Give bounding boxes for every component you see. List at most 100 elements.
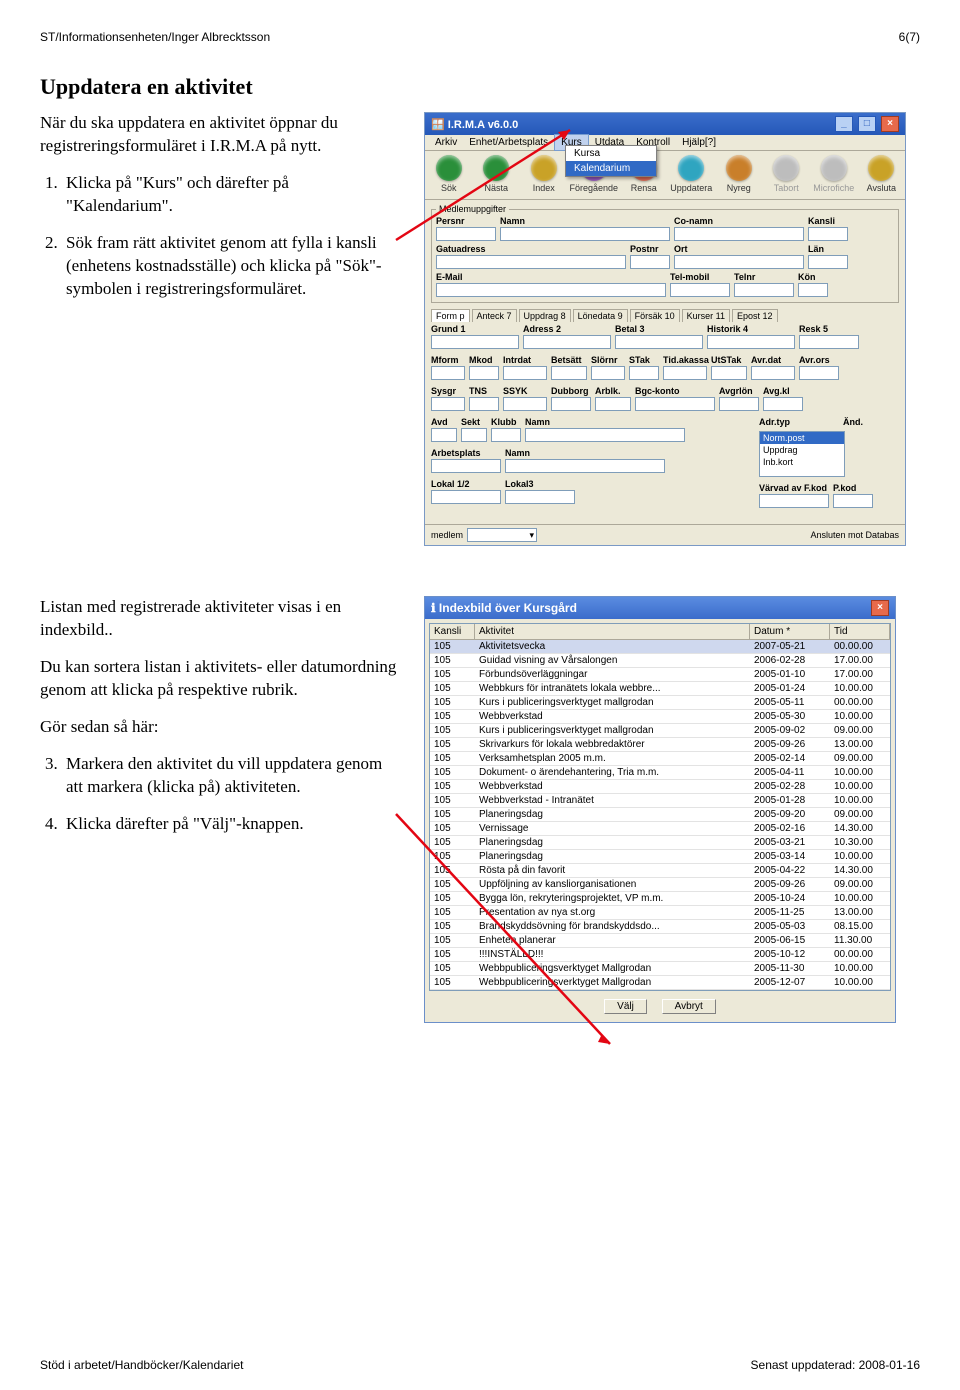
input-telnr[interactable] (734, 283, 794, 297)
input-namn[interactable] (505, 459, 665, 473)
input-arbetsplats[interactable] (431, 459, 501, 473)
input-p-kod[interactable] (833, 494, 873, 508)
table-row[interactable]: 105Dokument- o ärendehantering, Tria m.m… (430, 766, 890, 780)
toolbar-avsluta-button[interactable]: Avsluta (860, 155, 904, 193)
input-ort[interactable] (674, 255, 804, 269)
input-bets-tt[interactable] (551, 366, 587, 380)
table-row[interactable]: 105Kurs i publiceringsverktyget mallgrod… (430, 696, 890, 710)
input-mform[interactable] (431, 366, 465, 380)
table-row[interactable]: 105Uppföljning av kansliorganisationen20… (430, 878, 890, 892)
avbryt-button[interactable]: Avbryt (662, 999, 716, 1014)
table-row[interactable]: 105Vernissage2005-02-1614.30.00 (430, 822, 890, 836)
status-dropdown[interactable]: ▾ (467, 528, 537, 542)
input-arblk-[interactable] (595, 397, 631, 411)
tab-epost-12[interactable]: Epost 12 (732, 309, 778, 322)
listbox-item[interactable]: Uppdrag (760, 444, 844, 456)
input-resk-5[interactable] (799, 335, 859, 349)
table-row[interactable]: 105Förbunds­överläggningar2005-01-1017.0… (430, 668, 890, 682)
input-co-namn[interactable] (674, 227, 804, 241)
input-persnr[interactable] (436, 227, 496, 241)
table-row[interactable]: 105Brandskyddsövning för brandskyddsdo..… (430, 920, 890, 934)
input-tns[interactable] (469, 397, 499, 411)
table-row[interactable]: 105Presentation av nya st.org2005-11-251… (430, 906, 890, 920)
input-v-rvad-av-f-kod[interactable] (759, 494, 829, 508)
menu-arkiv[interactable]: Arkiv (429, 135, 463, 150)
col-aktivitet-header[interactable]: Aktivitet (475, 624, 750, 639)
tab-form-p[interactable]: Form p (431, 309, 470, 322)
minimize-button[interactable]: _ (835, 116, 853, 132)
table-row[interactable]: 105Webbpubliceringsverktyget Mallgrodan2… (430, 962, 890, 976)
input-stak[interactable] (629, 366, 659, 380)
adrtyp-listbox[interactable]: Norm.postUppdragInb.kort (759, 431, 845, 477)
input-utstak[interactable] (711, 366, 747, 380)
input-tel-mobil[interactable] (670, 283, 730, 297)
input-namn[interactable] (500, 227, 670, 241)
input-ssyk[interactable] (503, 397, 547, 411)
input-mkod[interactable] (469, 366, 499, 380)
toolbar-uppdatera-button[interactable]: Uppdatera (670, 155, 714, 193)
dropdown-item-kalendarium[interactable]: Kalendarium (566, 161, 656, 176)
input-avr-ors[interactable] (799, 366, 839, 380)
close-button[interactable]: × (871, 600, 889, 616)
tab-försäk-10[interactable]: Försäk 10 (630, 309, 680, 322)
menu-enhet-arbetsplats[interactable]: Enhet/Arbetsplats (463, 135, 554, 150)
col-kansli-header[interactable]: Kansli (430, 624, 475, 639)
toolbar-nyreg-button[interactable]: Nyreg (717, 155, 761, 193)
table-row[interactable]: 105Planeringsdag2005-03-2110.30.00 (430, 836, 890, 850)
input-sekt[interactable] (461, 428, 487, 442)
table-row[interactable]: 105Webbkurs för intranätets lokala webbr… (430, 682, 890, 696)
toolbar-sök-button[interactable]: Sök (427, 155, 471, 193)
table-row[interactable]: 105Bygga lön, rekryteringsprojektet, VP … (430, 892, 890, 906)
input-kansli[interactable] (808, 227, 848, 241)
table-row[interactable]: 105Webbverkstad2005-02-2810.00.00 (430, 780, 890, 794)
table-row[interactable]: 105Aktivitetsvecka2007-05-2100.00.00 (430, 640, 890, 654)
input-lokal3[interactable] (505, 490, 575, 504)
toolbar-nästa-button[interactable]: Nästa (475, 155, 519, 193)
maximize-button[interactable]: □ (858, 116, 876, 132)
tab-lönedata-9[interactable]: Lönedata 9 (573, 309, 628, 322)
table-row[interactable]: 105Skrivarkurs för lokala webbredaktörer… (430, 738, 890, 752)
input-adress-2[interactable] (523, 335, 611, 349)
table-row[interactable]: 105Webbverkstad2005-05-3010.00.00 (430, 710, 890, 724)
table-row[interactable]: 105Planeringsdag2005-03-1410.00.00 (430, 850, 890, 864)
input-tid-akassa[interactable] (663, 366, 707, 380)
table-row[interactable]: 105Guidad visning av Vårsalongen2006-02-… (430, 654, 890, 668)
table-row[interactable]: 105Planeringsdag2005-09-2009.00.00 (430, 808, 890, 822)
input-sl-rnr[interactable] (591, 366, 625, 380)
input-dubborg[interactable] (551, 397, 591, 411)
table-row[interactable]: 105Verksamhetsplan 2005 m.m.2005-02-1409… (430, 752, 890, 766)
toolbar-index-button[interactable]: Index (522, 155, 566, 193)
input-lokal-1-2[interactable] (431, 490, 501, 504)
input-betal-3[interactable] (615, 335, 703, 349)
table-row[interactable]: 105Kurs i publiceringsverktyget mallgrod… (430, 724, 890, 738)
table-row[interactable]: 105Enheten planerar2005-06-1511.30.00 (430, 934, 890, 948)
dropdown-item-kursa[interactable]: Kursa (566, 146, 656, 161)
input-klubb[interactable] (491, 428, 521, 442)
input-sysgr[interactable] (431, 397, 465, 411)
input-namn[interactable] (525, 428, 685, 442)
table-row[interactable]: 105Webbpubliceringsverktyget Mallgrodan2… (430, 976, 890, 990)
input-postnr[interactable] (630, 255, 670, 269)
menu-hj-lp-[interactable]: Hjälp[?] (676, 135, 722, 150)
col-datum-header[interactable]: Datum * (750, 624, 830, 639)
input-avg-kl[interactable] (763, 397, 803, 411)
input-grund-1[interactable] (431, 335, 519, 349)
tab-kurser-11[interactable]: Kurser 11 (682, 309, 730, 322)
input-l-n[interactable] (808, 255, 848, 269)
input-bgc-konto[interactable] (635, 397, 715, 411)
input-avr-dat[interactable] (751, 366, 795, 380)
valj-button[interactable]: Välj (604, 999, 647, 1014)
input-historik-4[interactable] (707, 335, 795, 349)
input-e-mail[interactable] (436, 283, 666, 297)
input-avd[interactable] (431, 428, 457, 442)
close-button[interactable]: × (881, 116, 899, 132)
input-gatuadress[interactable] (436, 255, 626, 269)
listbox-item[interactable]: Inb.kort (760, 456, 844, 468)
table-row[interactable]: 105!!!INSTÄLLD!!!2005-10-1200.00.00 (430, 948, 890, 962)
input-k-n[interactable] (798, 283, 828, 297)
col-tid-header[interactable]: Tid (830, 624, 890, 639)
tab-uppdrag-8[interactable]: Uppdrag 8 (519, 309, 571, 322)
listbox-item[interactable]: Norm.post (760, 432, 844, 444)
tab-anteck-7[interactable]: Anteck 7 (472, 309, 517, 322)
input-intrdat[interactable] (503, 366, 547, 380)
